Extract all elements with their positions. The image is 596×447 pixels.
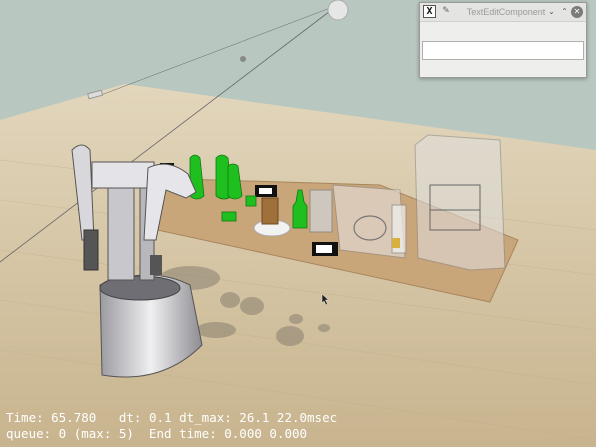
- hud-queue-line: queue: 0 (max: 5) End time: 0.000 0.000: [6, 426, 308, 441]
- window-titlebar[interactable]: X ✎ TextEditComponent ⌄ ⌃ ✕: [420, 3, 586, 22]
- hud-time-line: Time: 65.780 dt: 0.1 dt_max: 26.1 22.0ms…: [6, 410, 338, 425]
- camera-object: [327, 0, 349, 21]
- close-icon[interactable]: ✕: [571, 6, 583, 18]
- floating-sphere: [240, 56, 246, 62]
- pin-icon[interactable]: ✎: [440, 5, 452, 18]
- text-edit-window[interactable]: X ✎ TextEditComponent ⌄ ⌃ ✕: [419, 2, 587, 78]
- window-title: TextEditComponent: [466, 7, 546, 17]
- maximize-icon[interactable]: ⌃: [559, 6, 570, 17]
- app-icon: X: [423, 5, 436, 18]
- minimize-icon[interactable]: ⌄: [546, 6, 557, 17]
- text-input-field[interactable]: [422, 41, 584, 60]
- brown-box: [261, 197, 279, 225]
